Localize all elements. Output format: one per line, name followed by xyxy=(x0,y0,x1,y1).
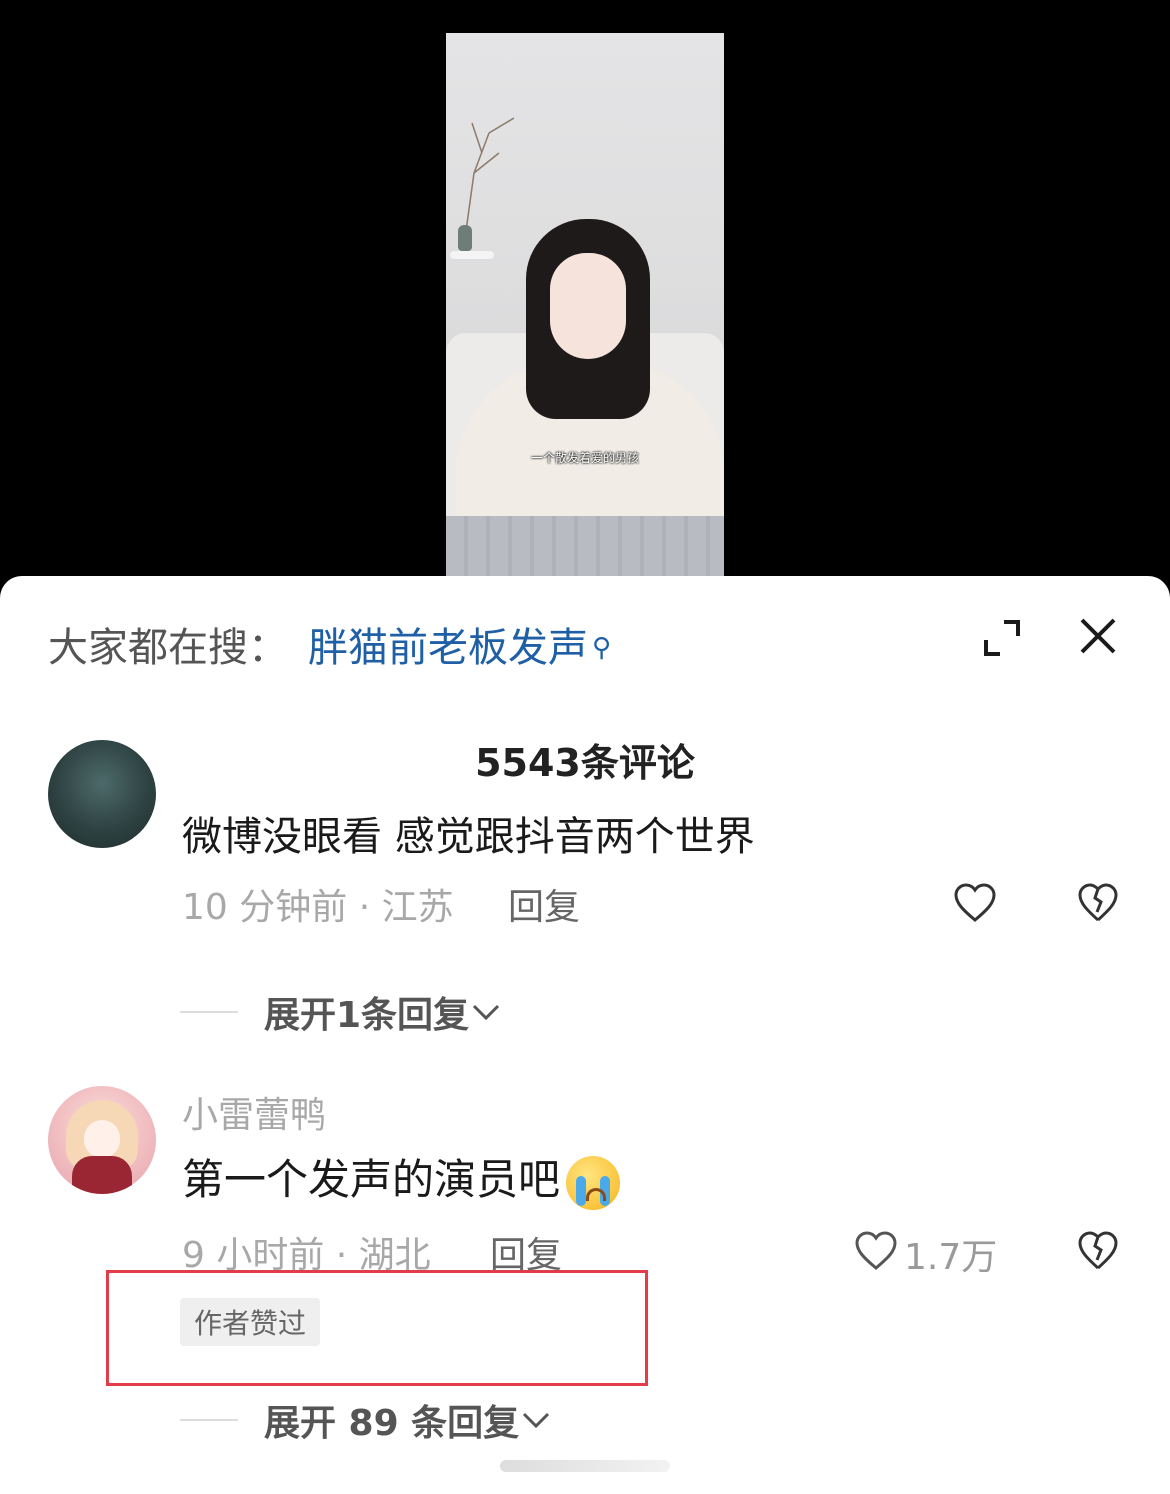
broken-heart-icon[interactable] xyxy=(1077,882,1119,924)
avatar-art xyxy=(84,1120,120,1158)
expand-icon[interactable] xyxy=(982,618,1022,658)
video-vase xyxy=(458,225,472,251)
chevron-down-icon xyxy=(473,1004,500,1021)
trending-search-prefix: 大家都在搜： xyxy=(48,625,288,671)
comment-text-row: 第一个发声的演员吧 xyxy=(182,1146,621,1210)
expand-replies-label: 展开 89 条回复 xyxy=(264,1403,520,1444)
comments-sheet: 大家都在搜： 胖猫前老板发声 ⚲ 5543条评论 微博没眼看 感觉跟抖音两个世界 1… xyxy=(0,576,1170,1494)
trending-search-term[interactable]: 胖猫前老板发声 xyxy=(308,625,588,671)
comment-meta: 10 分钟前 · 江苏 xyxy=(182,887,454,928)
comment-text: 第一个发声的演员吧 xyxy=(182,1155,561,1204)
expand-replies-button[interactable]: 展开1条回复 xyxy=(180,986,501,1038)
trending-search[interactable]: 大家都在搜： 胖猫前老板发声 ⚲ xyxy=(48,620,611,676)
video-person-face xyxy=(550,253,626,359)
avatar[interactable] xyxy=(48,740,156,848)
expand-replies-label: 展开1条回复 xyxy=(264,995,470,1036)
video-subtitle: 一个散发着爱的男孩 xyxy=(530,451,639,465)
like-count: 1.7万 xyxy=(904,1237,998,1278)
home-indicator xyxy=(500,1460,670,1472)
comment-username[interactable]: 小雷蕾鸭 xyxy=(182,1086,326,1138)
divider xyxy=(180,1011,238,1013)
broken-heart-icon[interactable] xyxy=(1077,1230,1119,1272)
expand-replies-button[interactable]: 展开 89 条回复 xyxy=(180,1394,551,1446)
video-blanket xyxy=(446,516,724,576)
comments-title: 5543条评论 xyxy=(475,741,695,785)
avatar-art xyxy=(72,1156,132,1194)
reply-button[interactable]: 回复 xyxy=(508,878,580,930)
search-icon: ⚲ xyxy=(592,633,612,663)
heart-icon[interactable] xyxy=(953,882,997,924)
crying-face-icon xyxy=(566,1155,621,1210)
heart-icon[interactable] xyxy=(854,1230,898,1272)
video-shelf xyxy=(450,251,494,259)
close-icon[interactable] xyxy=(1078,616,1118,656)
video-plant xyxy=(465,117,515,232)
comment-text: 微博没眼看 感觉跟抖音两个世界 xyxy=(182,814,755,860)
chevron-down-icon xyxy=(523,1412,550,1429)
avatar[interactable] xyxy=(48,1086,156,1194)
video-preview[interactable]: 一个散发着爱的男孩 xyxy=(446,33,724,576)
divider xyxy=(180,1419,238,1421)
author-liked-badge: 作者赞过 xyxy=(180,1298,321,1346)
